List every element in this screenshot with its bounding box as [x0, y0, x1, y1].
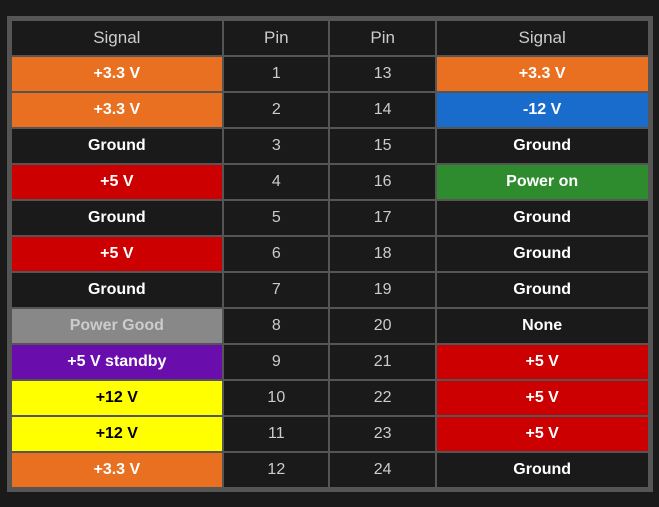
atx-pinout-table: Signal Pin Pin Signal +3.3 V113+3.3 V+3.…	[7, 16, 653, 492]
signal-right-cell: +5 V	[436, 344, 649, 380]
pin-left-cell: 3	[223, 128, 329, 164]
table-row: +5 V618Ground	[11, 236, 649, 272]
pin-right-cell: 13	[329, 56, 435, 92]
pin-left-cell: 2	[223, 92, 329, 128]
pin-left-cell: 11	[223, 416, 329, 452]
signal-left-cell: Ground	[11, 272, 224, 308]
pin-right-cell: 19	[329, 272, 435, 308]
header-row: Signal Pin Pin Signal	[11, 20, 649, 56]
signal-right-cell: +5 V	[436, 416, 649, 452]
table-row: +3.3 V214-12 V	[11, 92, 649, 128]
pin-left-cell: 1	[223, 56, 329, 92]
signal-left-cell: +12 V	[11, 416, 224, 452]
pin-right-cell: 20	[329, 308, 435, 344]
signal-right-cell: +5 V	[436, 380, 649, 416]
signal-right-cell: Ground	[436, 452, 649, 488]
pin-left-cell: 6	[223, 236, 329, 272]
pin-left-cell: 12	[223, 452, 329, 488]
table-row: Ground719Ground	[11, 272, 649, 308]
signal-left-cell: +5 V standby	[11, 344, 224, 380]
pin-left-cell: 5	[223, 200, 329, 236]
header-pin-right: Pin	[329, 20, 435, 56]
pin-right-cell: 15	[329, 128, 435, 164]
pin-left-cell: 7	[223, 272, 329, 308]
signal-left-cell: +12 V	[11, 380, 224, 416]
header-signal-right: Signal	[436, 20, 649, 56]
pin-right-cell: 23	[329, 416, 435, 452]
pin-right-cell: 14	[329, 92, 435, 128]
table-row: +12 V1022+5 V	[11, 380, 649, 416]
signal-left-cell: Ground	[11, 128, 224, 164]
signal-left-cell: +5 V	[11, 236, 224, 272]
pin-right-cell: 21	[329, 344, 435, 380]
signal-left-cell: Ground	[11, 200, 224, 236]
signal-right-cell: Ground	[436, 128, 649, 164]
table-row: Ground315Ground	[11, 128, 649, 164]
pin-right-cell: 18	[329, 236, 435, 272]
table-row: +3.3 V1224Ground	[11, 452, 649, 488]
pin-left-cell: 9	[223, 344, 329, 380]
pin-right-cell: 17	[329, 200, 435, 236]
pin-right-cell: 16	[329, 164, 435, 200]
table-row: +5 V standby921+5 V	[11, 344, 649, 380]
pin-left-cell: 8	[223, 308, 329, 344]
table-body: +3.3 V113+3.3 V+3.3 V214-12 VGround315Gr…	[11, 56, 649, 488]
header-pin-left: Pin	[223, 20, 329, 56]
signal-right-cell: Ground	[436, 236, 649, 272]
header-signal-left: Signal	[11, 20, 224, 56]
signal-right-cell: +3.3 V	[436, 56, 649, 92]
signal-right-cell: Ground	[436, 200, 649, 236]
pin-right-cell: 22	[329, 380, 435, 416]
pin-left-cell: 10	[223, 380, 329, 416]
pin-right-cell: 24	[329, 452, 435, 488]
signal-right-cell: Ground	[436, 272, 649, 308]
table-row: Ground517Ground	[11, 200, 649, 236]
signal-right-cell: None	[436, 308, 649, 344]
table-row: +5 V416Power on	[11, 164, 649, 200]
table-row: +3.3 V113+3.3 V	[11, 56, 649, 92]
signal-left-cell: Power Good	[11, 308, 224, 344]
signal-left-cell: +3.3 V	[11, 92, 224, 128]
signal-right-cell: Power on	[436, 164, 649, 200]
signal-right-cell: -12 V	[436, 92, 649, 128]
pin-left-cell: 4	[223, 164, 329, 200]
signal-left-cell: +3.3 V	[11, 452, 224, 488]
table-row: +12 V1123+5 V	[11, 416, 649, 452]
table-row: Power Good820None	[11, 308, 649, 344]
signal-left-cell: +3.3 V	[11, 56, 224, 92]
signal-left-cell: +5 V	[11, 164, 224, 200]
